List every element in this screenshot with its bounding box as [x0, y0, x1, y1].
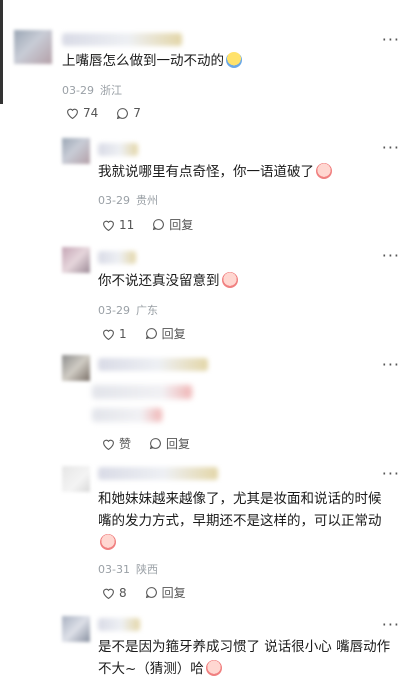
comment-actions: 74 7 [66, 106, 159, 120]
comment-text: 上嘴唇怎么做到一动不动的 [62, 50, 242, 72]
reply-text-line: 不大~（猜测）哈 [98, 661, 204, 677]
reply-text: 你不说还真没留意到 [98, 270, 238, 292]
reply-button[interactable]: 回复 [152, 216, 193, 233]
avatar[interactable] [62, 466, 90, 492]
more-options-icon[interactable]: ··· [382, 246, 400, 265]
reply-date: 03-31 [98, 563, 130, 576]
username-blurred[interactable] [98, 467, 218, 480]
avatar[interactable] [14, 30, 52, 64]
username-blurred[interactable] [98, 358, 208, 371]
reply-text-content: 你不说还真没留意到 [98, 273, 220, 289]
reply-button[interactable]: 回复 [145, 325, 186, 342]
reply-location: 广东 [135, 304, 158, 317]
comment-icon [149, 438, 161, 450]
comment-date: 03-29 [62, 84, 94, 97]
reply-actions: 11 回复 [102, 216, 211, 233]
reply-meta: 03-29 贵州 [98, 192, 164, 208]
reply-text-line: 是不是因为箍牙养成习惯了 说话很小心 嘴唇动作 [98, 639, 391, 655]
reply-actions: 8 回复 [102, 584, 204, 601]
like-count: 74 [83, 106, 99, 120]
username-blurred[interactable] [98, 618, 140, 631]
reply-date: 03-29 [98, 304, 130, 317]
like-button[interactable]: 赞 [102, 435, 131, 452]
like-button[interactable]: 8 [102, 586, 127, 600]
heart-icon [103, 588, 114, 599]
comment-meta: 03-29 浙江 [62, 82, 128, 98]
more-options-icon[interactable]: ··· [382, 138, 400, 157]
comment-icon [153, 219, 165, 231]
like-button[interactable]: 11 [102, 218, 134, 232]
avatar[interactable] [62, 138, 90, 164]
comment-icon [145, 587, 157, 599]
reply-location: 陕西 [135, 563, 158, 576]
heart-icon [67, 108, 78, 119]
reply-text-blurred [92, 385, 192, 399]
reply-text-line: 和她妹妹越来越像了，尤其是妆面和说话的时候 [98, 491, 382, 507]
reply-meta: 03-29 广东 [98, 302, 164, 318]
like-count: 8 [119, 585, 127, 600]
reply-label: 回复 [169, 218, 194, 232]
comment-location: 浙江 [99, 84, 122, 97]
username-blurred[interactable] [98, 251, 136, 264]
heart-icon [103, 220, 114, 231]
username-blurred[interactable] [62, 33, 182, 46]
comment-icon [117, 107, 129, 119]
username-blurred[interactable] [98, 143, 138, 156]
more-options-icon[interactable]: ··· [382, 615, 400, 634]
reply-text-content: 我就说哪里有点奇怪，你一语道破了 [98, 164, 314, 180]
comment-icon [145, 328, 157, 340]
reply-date: 03-29 [98, 194, 130, 207]
avatar[interactable] [62, 616, 90, 642]
crying-emoji-icon [100, 534, 116, 550]
like-label: 赞 [119, 437, 132, 451]
reply-text: 和她妹妹越来越像了，尤其是妆面和说话的时候 嘴的发力方式，早期还不是这样的，可以… [98, 488, 382, 554]
reply-button[interactable]: 回复 [145, 584, 186, 601]
more-options-icon[interactable]: ··· [382, 30, 400, 49]
like-count: 1 [119, 326, 127, 341]
reply-button[interactable]: 回复 [149, 435, 190, 452]
reply-text: 我就说哪里有点奇怪，你一语道破了 [98, 161, 332, 183]
reply-count-button[interactable]: 7 [116, 106, 141, 120]
reply-location: 贵州 [135, 194, 158, 207]
like-button[interactable]: 74 [66, 106, 98, 120]
crying-emoji-icon [221, 272, 238, 288]
reply-text-line: 嘴的发力方式，早期还不是这样的，可以正常动 [98, 513, 382, 529]
like-button[interactable]: 1 [102, 327, 127, 341]
comment-text-content: 上嘴唇怎么做到一动不动的 [62, 53, 224, 69]
reply-label: 回复 [161, 586, 186, 600]
reply-meta: 03-31 陕西 [98, 561, 164, 577]
more-options-icon[interactable]: ··· [382, 355, 400, 374]
reply-count: 7 [133, 106, 141, 120]
reply-meta-blurred [92, 408, 162, 422]
reply-actions: 1 回复 [102, 325, 204, 342]
reply-label: 回复 [166, 437, 191, 451]
reply-text: 是不是因为箍牙养成习惯了 说话很小心 嘴唇动作 不大~（猜测）哈 [98, 636, 390, 680]
heart-icon [103, 329, 114, 340]
avatar[interactable] [62, 247, 90, 273]
crying-emoji-icon [316, 163, 332, 179]
crying-emoji-icon [205, 660, 222, 676]
reply-label: 回复 [161, 327, 186, 341]
avatar[interactable] [62, 355, 90, 381]
thread-indicator-bar [0, 0, 3, 104]
more-options-icon[interactable]: ··· [382, 464, 400, 483]
shocked-emoji-icon [226, 52, 242, 68]
heart-icon [103, 439, 114, 450]
reply-actions: 赞 回复 [102, 435, 208, 452]
like-count: 11 [119, 217, 135, 232]
